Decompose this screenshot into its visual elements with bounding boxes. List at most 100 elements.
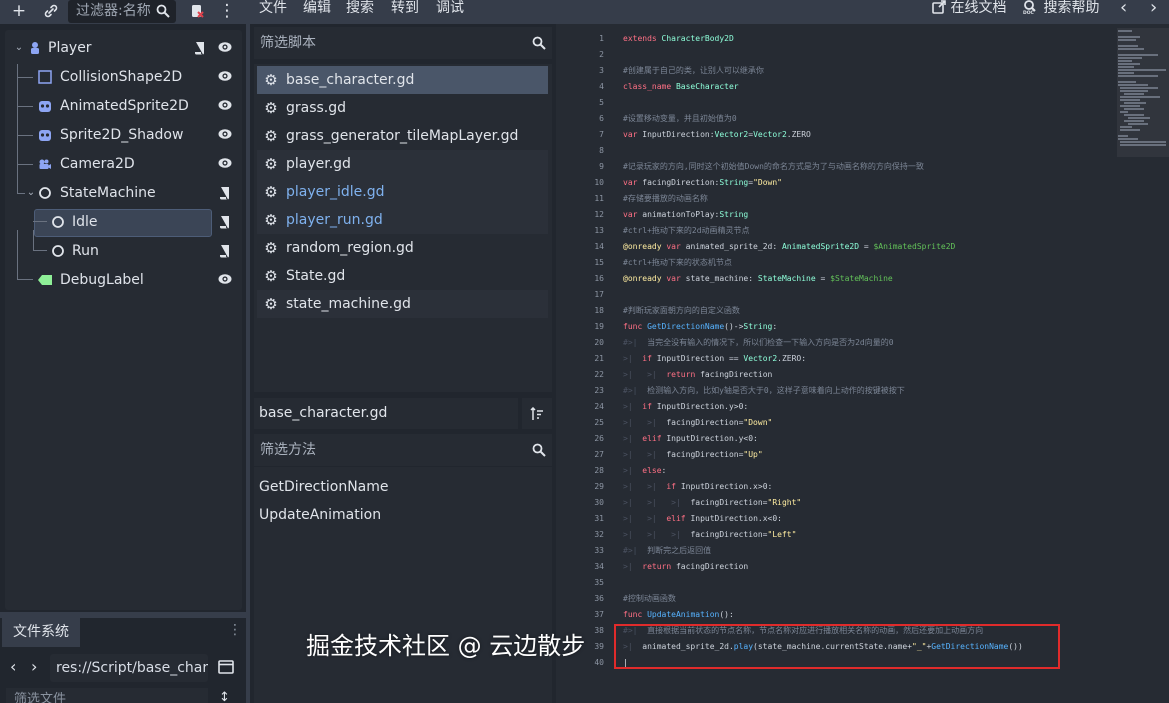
link-icon[interactable] — [40, 0, 62, 22]
line-number: 16 — [594, 274, 604, 283]
scene-filter-input[interactable]: 过滤器:名称 — [68, 0, 176, 23]
method-item-updateanimation[interactable]: UpdateAnimation — [259, 507, 381, 523]
line-number: 2 — [599, 50, 604, 59]
visibility-eye-icon[interactable] — [218, 127, 232, 141]
more-options-icon[interactable]: ⋮ — [216, 0, 238, 22]
code-line: 2 — [556, 47, 1116, 63]
code-line: 32 >| >| >| facingDirection="Left" — [556, 527, 1116, 543]
filesystem-filter-input[interactable]: 筛选文件 — [6, 688, 208, 703]
forward-arrow-icon[interactable]: › — [31, 657, 37, 676]
tree-node-animatedsprite2d[interactable]: AnimatedSprite2D — [5, 91, 242, 120]
script-item-player[interactable]: ⚙ player.gd — [257, 150, 548, 178]
back-arrow-icon[interactable]: ‹ — [10, 657, 16, 676]
sort-icon[interactable]: ↕ — [219, 690, 230, 703]
tree-node-label: Camera2D — [60, 155, 135, 172]
script-icon[interactable] — [219, 186, 233, 200]
tree-node-camera2d[interactable]: Camera2D — [5, 149, 242, 178]
script-item-player-run[interactable]: ⚙ player_run.gd — [257, 206, 548, 234]
tree-node-debuglabel[interactable]: DebugLabel — [5, 265, 242, 294]
code-token: : — [661, 466, 667, 475]
add-node-icon[interactable]: + — [8, 0, 30, 22]
tree-node-player[interactable]: ⌄ Player — [5, 33, 242, 62]
prev-script-icon[interactable]: ‹ — [1120, 0, 1127, 18]
menu-search[interactable]: 搜索 — [346, 0, 374, 17]
code-area[interactable]: 1 extends CharacterBody2D 2 3 #创建属于自己的类，让别… — [556, 24, 1116, 703]
script-item-player-idle[interactable]: ⚙ player_idle.gd — [257, 178, 548, 206]
search-icon — [532, 434, 546, 468]
minimap-viewport[interactable] — [1117, 28, 1169, 157]
script-icon[interactable] — [219, 244, 233, 258]
tree-node-idle[interactable]: Idle — [5, 207, 242, 236]
svg-text:DOC: DOC — [1023, 10, 1035, 14]
script-item-state-machine[interactable]: ⚙ state_machine.gd — [257, 290, 548, 318]
method-item-getdirectionname[interactable]: GetDirectionName — [259, 479, 389, 495]
tree-node-sprite2d-shadow[interactable]: Sprite2D_Shadow — [5, 120, 242, 149]
line-number: 7 — [599, 130, 604, 139]
online-docs-button[interactable]: 在线文档 — [932, 0, 1006, 17]
online-docs-label: 在线文档 — [950, 0, 1007, 16]
line-number: 1 — [599, 34, 604, 43]
sort-methods-icon[interactable] — [522, 398, 552, 429]
tree-node-label: Idle — [72, 213, 98, 230]
code-token: var — [666, 242, 686, 251]
code-token: Vector2 — [753, 130, 787, 139]
script-item-grass[interactable]: ⚙ grass.gd — [257, 94, 548, 122]
next-script-icon[interactable]: › — [1150, 0, 1157, 18]
script-name: grass_generator_tileMapLayer.gd — [286, 128, 519, 144]
script-filter-input[interactable]: 筛选脚本 — [254, 27, 552, 59]
gear-icon: ⚙ — [264, 127, 278, 145]
menu-goto[interactable]: 转到 — [391, 0, 419, 17]
gear-icon: ⚙ — [264, 295, 278, 313]
split-view-icon[interactable] — [218, 659, 234, 679]
script-filter-icon[interactable] — [186, 0, 208, 22]
method-filter-input[interactable]: 筛选方法 — [254, 434, 552, 466]
visibility-eye-icon[interactable] — [218, 40, 232, 54]
code-token: InputDirection.y<0: — [666, 434, 758, 443]
script-icon[interactable] — [194, 41, 208, 55]
code-line: 8 — [556, 143, 1116, 159]
scene-toolbar: + 过滤器:名称 ⋮ — [0, 0, 246, 24]
search-help-button[interactable]: DOC 搜索帮助 — [1023, 0, 1099, 17]
code-token: facingDirection= — [690, 530, 768, 539]
code-line: 13 #ctrl+拖动下来的2d动画精灵节点 — [556, 223, 1116, 239]
visibility-eye-icon[interactable] — [218, 69, 232, 83]
path-field[interactable]: res://Script/base_char — [50, 654, 208, 682]
code-token: InputDirection: — [642, 130, 715, 139]
tab-filesystem[interactable]: 文件系统 — [2, 618, 80, 647]
visibility-eye-icon[interactable] — [218, 156, 232, 170]
code-line: 24 >| if InputDirection.y>0: — [556, 399, 1116, 415]
tree-node-collisionshape2d[interactable]: CollisionShape2D — [5, 62, 242, 91]
tree-node-run[interactable]: Run — [5, 236, 242, 265]
code-line: 18 #判断玩家面朝方向的自定义函数 — [556, 303, 1116, 319]
line-number: 3 — [599, 66, 604, 75]
scene-filter-placeholder: 过滤器:名称 — [76, 3, 151, 19]
script-item-grass-generator[interactable]: ⚙ grass_generator_tileMapLayer.gd — [257, 122, 548, 150]
node-icon — [37, 185, 53, 201]
script-name: player_idle.gd — [286, 184, 385, 200]
script-menu-bar: 文件 编辑 搜索 转到 调试 在线文档 DOC 搜索帮助 ‹ › — [250, 0, 1169, 24]
code-line: 14 @onready var animated_sprite_2d: Anima… — [556, 239, 1116, 255]
script-item-random-region[interactable]: ⚙ random_region.gd — [257, 234, 548, 262]
visibility-eye-icon[interactable] — [218, 272, 232, 286]
code-token: if — [642, 402, 657, 411]
drag-handle-icon[interactable]: ⋮ — [228, 622, 242, 638]
script-icon[interactable] — [219, 215, 233, 229]
menu-edit[interactable]: 编辑 — [303, 0, 331, 17]
collapse-arrow-icon[interactable]: ⌄ — [11, 40, 27, 56]
line-number: 25 — [594, 418, 604, 427]
code-token: UpdateAnimation — [647, 610, 720, 619]
code-comment: #ctrl+拖动下来的2d动画精灵节点 — [623, 226, 750, 235]
code-comment: 判断完之后返回值 — [647, 546, 712, 555]
script-item-state[interactable]: ⚙ State.gd — [257, 262, 548, 290]
code-token: @onready — [623, 242, 667, 251]
line-number: 19 — [594, 322, 604, 331]
script-name: grass.gd — [286, 100, 347, 116]
code-token: var — [623, 178, 643, 187]
tree-node-statemachine[interactable]: ⌄ StateMachine — [5, 178, 242, 207]
script-item-base-character[interactable]: ⚙ base_character.gd — [257, 66, 548, 94]
menu-file[interactable]: 文件 — [259, 0, 287, 17]
visibility-eye-icon[interactable] — [218, 98, 232, 112]
code-token: StateMachine — [757, 274, 816, 283]
code-editor[interactable]: 1 extends CharacterBody2D 2 3 #创建属于自己的类，让别… — [556, 24, 1169, 703]
menu-debug[interactable]: 调试 — [436, 0, 464, 17]
